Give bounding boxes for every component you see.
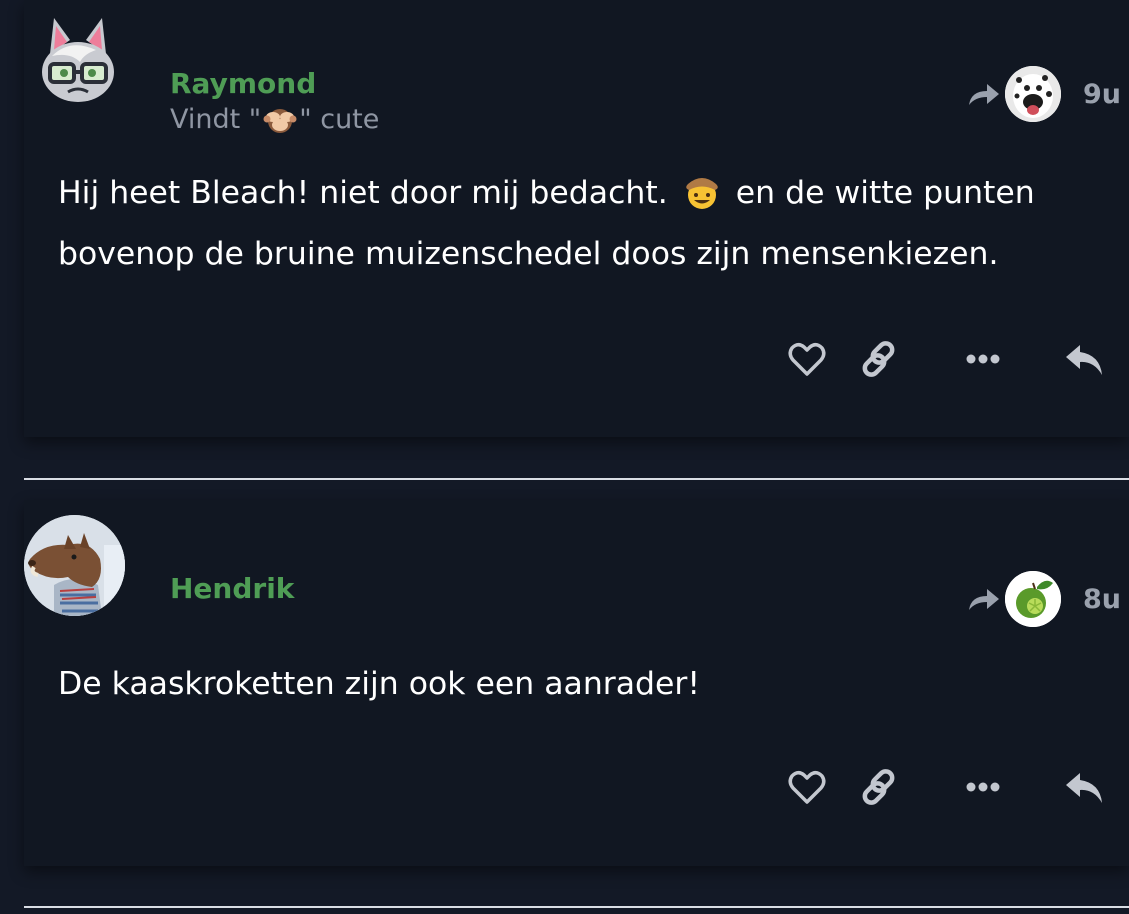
- see-no-evil-monkey-icon: [263, 105, 297, 135]
- flair-suffix: " cute: [299, 104, 380, 135]
- like-button[interactable]: [784, 338, 830, 384]
- username[interactable]: Hendrik: [170, 572, 294, 605]
- reply-to-avatar[interactable]: [1004, 571, 1061, 627]
- share-arrow-icon: [965, 79, 1001, 109]
- post-body-part: Hij heet Bleach! niet door mij bedacht.: [58, 175, 668, 211]
- username[interactable]: Raymond: [170, 67, 316, 100]
- link-icon: [859, 337, 903, 385]
- reply-icon: [1062, 765, 1106, 813]
- link-icon: [859, 765, 903, 813]
- copy-link-button[interactable]: [858, 766, 904, 812]
- reply-button[interactable]: [1061, 766, 1107, 812]
- post-body: Hij heet Bleach! niet door mij bedacht. …: [58, 163, 1079, 285]
- avatar[interactable]: [24, 515, 125, 616]
- heart-icon: [785, 765, 829, 813]
- user-flair: Vindt " " cute: [170, 104, 379, 135]
- post-time[interactable]: 8u: [1083, 584, 1121, 615]
- post-actions: [784, 766, 1129, 812]
- more-options-button[interactable]: [960, 766, 1006, 812]
- ellipsis-icon: [961, 337, 1005, 385]
- post-actions: [784, 338, 1129, 384]
- cowboy-face-icon: [682, 171, 722, 211]
- post-divider: [24, 906, 1129, 908]
- reply-icon: [1062, 337, 1106, 385]
- share-arrow-icon: [965, 584, 1001, 614]
- heart-icon: [785, 337, 829, 385]
- avatar[interactable]: [40, 14, 116, 106]
- post-meta: 9u: [965, 66, 1121, 122]
- reply-to-avatar[interactable]: [1004, 66, 1061, 122]
- post-stream: Raymond Vindt " " cute 9u Hij heet Bleac…: [0, 0, 1129, 914]
- reply-button[interactable]: [1061, 338, 1107, 384]
- like-button[interactable]: [784, 766, 830, 812]
- copy-link-button[interactable]: [858, 338, 904, 384]
- post-meta: 8u: [965, 571, 1121, 627]
- more-options-button[interactable]: [960, 338, 1006, 384]
- post-card: Hendrik 8u De kaaskroketten zijn ook een…: [24, 500, 1129, 866]
- post-card: Raymond Vindt " " cute 9u Hij heet Bleac…: [24, 0, 1129, 437]
- post-body: De kaaskroketten zijn ook een aanrader!: [58, 666, 701, 702]
- post-time[interactable]: 9u: [1083, 79, 1121, 110]
- flair-prefix: Vindt ": [170, 104, 262, 135]
- ellipsis-icon: [961, 765, 1005, 813]
- post-divider: [24, 478, 1129, 480]
